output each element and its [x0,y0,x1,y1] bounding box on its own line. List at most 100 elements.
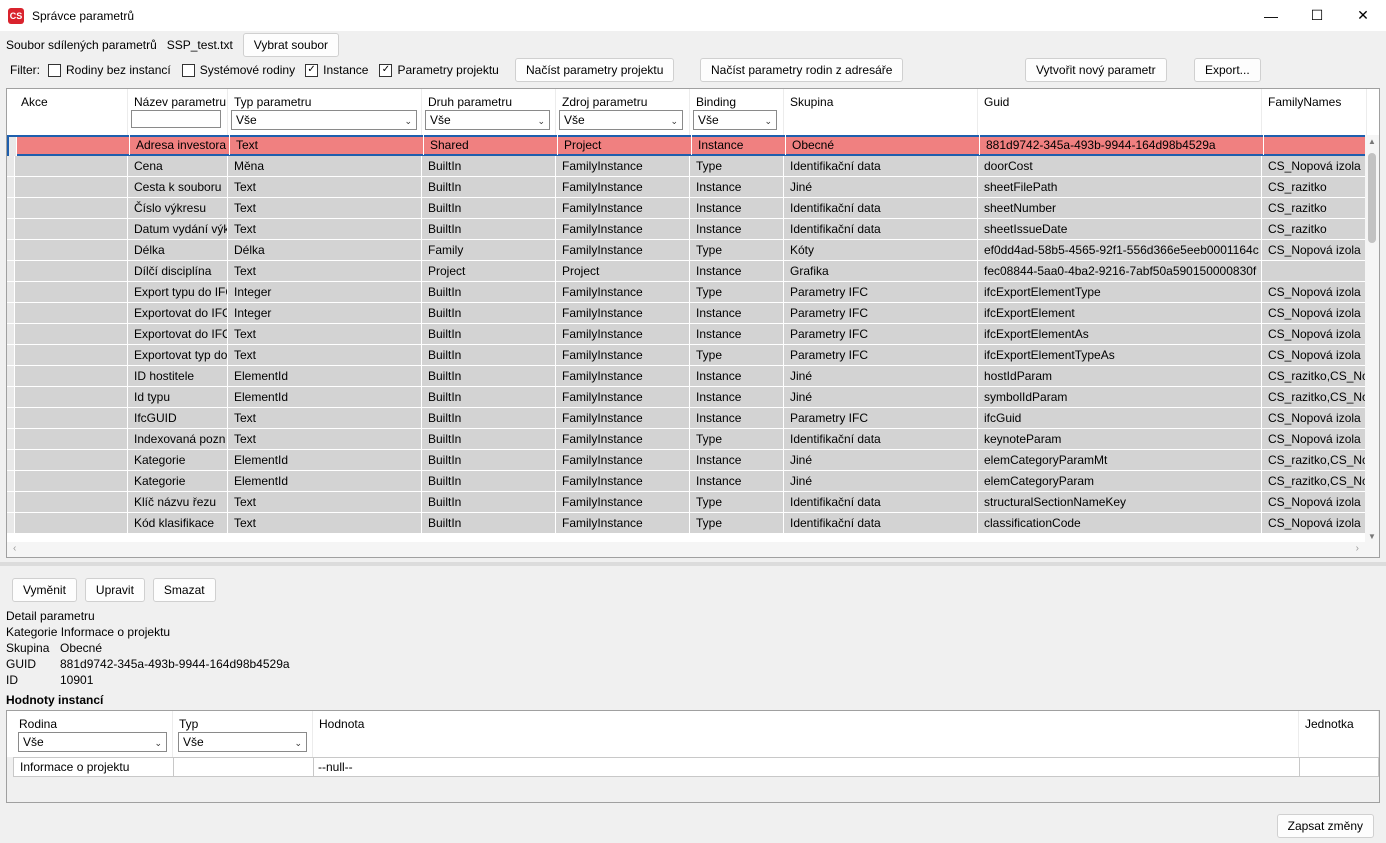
cell-name[interactable]: ID hostitele [128,366,228,386]
table-row[interactable]: Id typu ElementId BuiltIn FamilyInstance Ins… [7,387,1367,408]
cell-binding[interactable]: Type [690,429,784,449]
cell-binding[interactable]: Instance [690,366,784,386]
cell-action[interactable] [15,282,128,302]
cell-source[interactable]: FamilyInstance [556,156,690,176]
cell-guid[interactable]: doorCost [978,156,1262,176]
cell-name[interactable]: Dílčí disciplína [128,261,228,281]
cell-name[interactable]: Datum vydání výkr [128,219,228,239]
cell-name[interactable]: Kategorie [128,471,228,491]
filter-instance[interactable]: ✓ Instance [305,63,368,77]
cell-action[interactable] [15,408,128,428]
cell-binding[interactable]: Type [690,282,784,302]
row-header[interactable] [7,177,15,197]
row-header[interactable] [7,303,15,323]
cell-kind[interactable]: BuiltIn [422,408,556,428]
cell-binding[interactable]: Instance [690,198,784,218]
cell-source[interactable]: FamilyInstance [556,345,690,365]
cell-binding[interactable]: Type [690,156,784,176]
cell-action[interactable] [15,219,128,239]
cell-kind[interactable]: BuiltIn [422,492,556,512]
cell-type[interactable]: ElementId [228,387,422,407]
row-header[interactable] [7,240,15,260]
col-rodina[interactable]: Rodina Vše ⌄ [13,711,173,757]
horizontal-scrollbar[interactable]: ‹ › [7,542,1379,557]
maximize-button[interactable]: ☐ [1294,0,1340,31]
load-family-params-button[interactable]: Načíst parametry rodin z adresáře [700,58,904,82]
cell-name[interactable]: Export typu do IFC [128,282,228,302]
cell-type[interactable]: Integer [228,303,422,323]
row-header[interactable] [7,219,15,239]
checkbox-system-families[interactable] [181,63,195,77]
row-header[interactable] [7,408,15,428]
cell-type[interactable]: ElementId [228,471,422,491]
cell-action[interactable] [15,177,128,197]
cell-action[interactable] [15,198,128,218]
col-zdroj[interactable]: Zdroj parametru Vše ⌄ [556,89,690,135]
cell-guid[interactable]: elemCategoryParam [978,471,1262,491]
cell-group[interactable]: Parametry IFC [784,303,978,323]
cell-guid[interactable]: hostIdParam [978,366,1262,386]
cell-group[interactable]: Jiné [784,366,978,386]
col-druh[interactable]: Druh parametru Vše ⌄ [422,89,556,135]
row-header[interactable] [7,513,15,533]
cell-kind[interactable]: BuiltIn [422,450,556,470]
cell-action[interactable] [15,261,128,281]
table-row[interactable]: Indexovaná pozn Text BuiltIn FamilyInstance… [7,429,1367,450]
cell-group[interactable]: Identifikační data [784,429,978,449]
table-row[interactable]: Exportovat do IFC Text BuiltIn FamilyInstan… [7,324,1367,345]
replace-button[interactable]: Vyměnit [12,578,77,602]
row-header[interactable] [7,471,15,491]
table-row[interactable]: Klíč názvu řezu Text BuiltIn FamilyInstance… [7,492,1367,513]
cell-type[interactable]: Text [228,261,422,281]
name-filter-input[interactable] [131,110,221,128]
cell-guid[interactable]: 881d9742-345a-493b-9944-164d98b4529a [980,135,1264,155]
kind-filter-select[interactable]: Vše ⌄ [425,110,550,130]
cell-family-names[interactable]: CS_Nopová izola [1262,303,1367,323]
cell-guid[interactable]: sheetIssueDate [978,219,1262,239]
checkbox-project-params[interactable]: ✓ [379,63,393,77]
table-row[interactable]: Datum vydání výkr Text BuiltIn FamilyInstan… [7,219,1367,240]
scroll-down-icon[interactable]: ▼ [1368,532,1376,541]
cell-binding[interactable]: Instance [690,471,784,491]
cell-family-names[interactable]: CS_Nopová izola [1262,324,1367,344]
cell-family-names[interactable]: CS_razitko,CS_Nc [1262,471,1367,491]
cell-action[interactable] [15,345,128,365]
cell-group[interactable]: Obecné [786,135,980,155]
cell-source[interactable]: FamilyInstance [556,366,690,386]
col-hodnota[interactable]: Hodnota [313,711,1299,757]
cell-family-names[interactable]: CS_razitko,CS_Nc [1262,450,1367,470]
table-row[interactable]: Cesta k souboru Text BuiltIn FamilyInstance… [7,177,1367,198]
save-changes-button[interactable]: Zapsat změny [1276,814,1374,838]
cell-binding[interactable]: Instance [690,324,784,344]
cell-name[interactable]: Id typu [128,387,228,407]
cell-action[interactable] [15,450,128,470]
table-row[interactable]: Adresa investora Text Shared Project Instanc… [7,135,1367,157]
scroll-left-icon[interactable]: ‹ [13,543,16,554]
cell-binding[interactable]: Type [690,492,784,512]
cell-group[interactable]: Jiné [784,450,978,470]
filter-families-without-instances[interactable]: Rodiny bez instancí [48,63,171,77]
cell-binding[interactable]: Instance [690,303,784,323]
filter-project-params[interactable]: ✓ Parametry projektu [379,63,499,77]
cell-binding[interactable]: Type [690,513,784,533]
delete-button[interactable]: Smazat [152,578,216,602]
cell-family-names[interactable]: CS_razitko [1262,219,1367,239]
row-header[interactable] [7,387,15,407]
checkbox-families-without-instances[interactable] [48,63,61,77]
scroll-right-icon[interactable]: › [1356,543,1359,554]
cell-kind[interactable]: Family [422,240,556,260]
cell-action[interactable] [15,471,128,491]
cell-group[interactable]: Parametry IFC [784,282,978,302]
cell-type[interactable]: Integer [228,282,422,302]
cell-binding[interactable]: Instance [690,177,784,197]
cell-source[interactable]: FamilyInstance [556,303,690,323]
cell-group[interactable]: Parametry IFC [784,345,978,365]
load-project-params-button[interactable]: Načíst parametry projektu [515,58,675,82]
cell-type[interactable]: ElementId [228,450,422,470]
cell-source[interactable]: FamilyInstance [556,198,690,218]
table-row[interactable]: Export typu do IFC Integer BuiltIn FamilyIn… [7,282,1367,303]
minimize-button[interactable]: — [1248,0,1294,31]
cell-kind[interactable]: BuiltIn [422,345,556,365]
col-nazev[interactable]: Název parametru [128,89,228,135]
cell-kind[interactable]: BuiltIn [422,471,556,491]
